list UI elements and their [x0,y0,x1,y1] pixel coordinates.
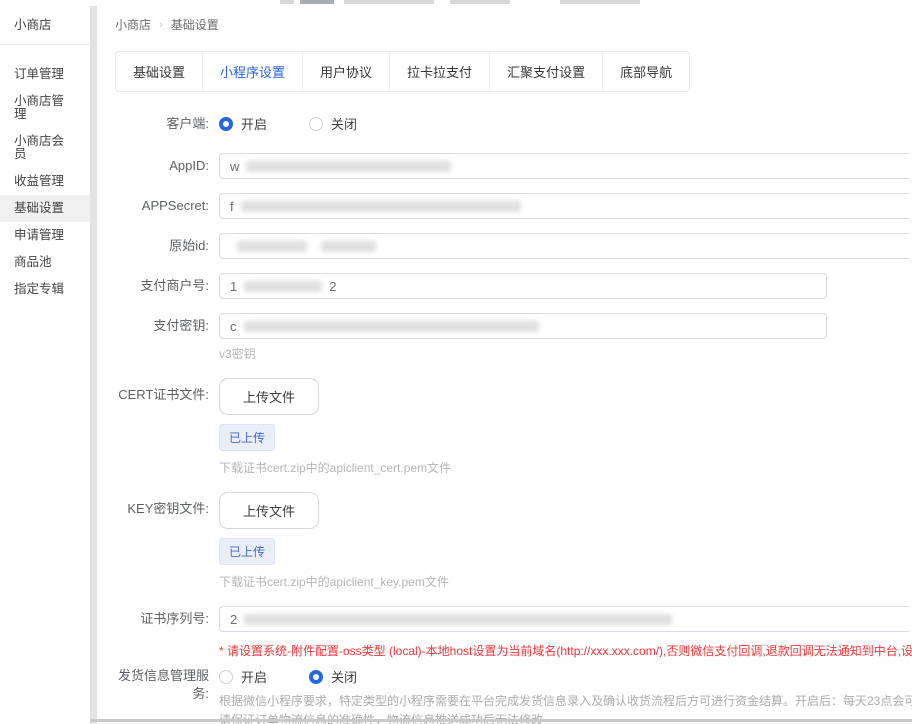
appid-input[interactable]: w [219,153,909,179]
horizontal-scrollbar[interactable] [90,719,912,722]
sidebar-item-product-pool[interactable]: 商品池 [0,249,90,276]
shipping-radio-off[interactable]: 关闭 [309,667,357,686]
client-row: 客户端: 开启 关闭 [115,114,912,133]
radio-unselected-icon[interactable] [219,670,233,684]
key-uploaded-tag[interactable]: 已上传 [219,538,275,565]
original-id-label: 原始id: [115,237,219,255]
radio-selected-icon[interactable] [309,670,323,684]
pay-key-help: v3密钥 [219,345,912,362]
pay-key-input[interactable]: c [219,313,827,339]
client-label: 客户端: [115,115,219,133]
shipping-help-line: 请保证订单物流信息的准确性，物流信息推送成功后无法修改 [219,711,912,724]
cert-file-label: CERT证书文件: [115,378,219,404]
original-id-row: 原始id: [115,233,912,259]
merchant-no-label: 支付商户号: [115,277,219,295]
appsecret-input[interactable]: f [219,193,909,219]
topbar-fragment [344,0,434,4]
topbar-fragment [560,0,640,4]
shipping-radio-on[interactable]: 开启 [219,667,267,686]
merchant-no-redacted-value [244,281,322,292]
topbar-fragment [450,0,510,4]
miniprogram-settings-form: 客户端: 开启 关闭 AppID: w [115,114,912,724]
appid-row: AppID: w [115,153,912,179]
key-upload-button[interactable]: 上传文件 [219,492,319,529]
breadcrumb: 小商店 › 基础设置 [115,6,912,33]
shipping-row: 发货信息管理服务: 开启 关闭 根据微信小程序要求，特定类型的小程序需要 [115,667,912,724]
appid-redacted-value [246,161,451,172]
breadcrumb-store[interactable]: 小商店 [115,16,151,33]
sidebar-item-store-management[interactable]: 小商店管理 [0,88,90,128]
merchant-no-row: 支付商户号: 1 2 [115,273,912,299]
tab-footer-nav[interactable]: 底部导航 [602,52,689,91]
appsecret-redacted-value [241,201,521,212]
tab-lakala-pay[interactable]: 拉卡拉支付 [389,52,489,91]
pay-key-redacted-value [244,321,539,332]
tab-basic-settings[interactable]: 基础设置 [116,52,202,91]
shipping-off-label: 关闭 [331,667,357,686]
settings-tabs: 基础设置 小程序设置 用户协议 拉卡拉支付 汇聚支付设置 底部导航 [115,51,690,92]
cert-serial-label: 证书序列号: [115,610,219,628]
cert-file-help: 下载证书cert.zip中的apiclient_cert.pem文件 [219,459,912,476]
warning-row: * 请设置系统-附件配置-oss类型 (local)-本地host设置为当前域名… [115,632,912,659]
client-off-label: 关闭 [331,114,357,133]
client-radio-off[interactable]: 关闭 [309,114,357,133]
shipping-label: 发货信息管理服务: [115,667,219,703]
cert-uploaded-tag[interactable]: 已上传 [219,424,275,451]
topbar-fragment [280,0,294,4]
sidebar-item-order-management[interactable]: 订单管理 [0,61,90,88]
key-file-help: 下载证书cert.zip中的apiclient_key.pem文件 [219,573,912,590]
sidebar-item-application-management[interactable]: 申请管理 [0,222,90,249]
tab-user-agreement[interactable]: 用户协议 [302,52,389,91]
topbar-fragment [300,0,334,4]
cert-file-row: CERT证书文件: 上传文件 已上传 下载证书cert.zip中的apiclie… [115,378,912,476]
sidebar-menu: 订单管理 小商店管理 小商店会员 收益管理 基础设置 申请管理 商品池 指定专辑 [0,45,90,303]
sidebar-item-store-members[interactable]: 小商店会员 [0,128,90,168]
key-file-label: KEY密钥文件: [115,492,219,518]
key-file-row: KEY密钥文件: 上传文件 已上传 下载证书cert.zip中的apiclien… [115,492,912,590]
cert-serial-value-prefix: 2 [230,612,237,627]
appid-value-prefix: w [230,159,239,174]
pay-key-label: 支付密钥: [115,317,219,335]
shipping-help-line: 根据微信小程序要求，特定类型的小程序需要在平台完成发货信息录入及确认收货流程后方… [219,692,912,711]
oss-warning-text: * 请设置系统-附件配置-oss类型 (local)-本地host设置为当前域名… [219,642,912,659]
merchant-no-input[interactable]: 1 2 [219,273,827,299]
breadcrumb-separator-icon: › [159,19,163,31]
breadcrumb-basic-settings[interactable]: 基础设置 [171,16,219,33]
sidebar-item-revenue-management[interactable]: 收益管理 [0,168,90,195]
merchant-no-value-prefix: 1 [230,279,237,294]
radio-unselected-icon[interactable] [309,117,323,131]
cert-serial-redacted-value [244,614,672,625]
radio-selected-icon[interactable] [219,117,233,131]
tab-huiju-pay-settings[interactable]: 汇聚支付设置 [489,52,602,91]
client-on-label: 开启 [241,114,267,133]
original-id-input[interactable] [219,233,909,259]
pay-key-value-prefix: c [230,319,237,334]
sidebar-divider [90,6,97,724]
main-content: 小商店 › 基础设置 基础设置 小程序设置 用户协议 拉卡拉支付 汇聚支付设置 … [97,6,912,724]
sidebar-item-basic-settings[interactable]: 基础设置 [0,195,90,222]
page: 小商店 订单管理 小商店管理 小商店会员 收益管理 基础设置 申请管理 商品池 … [0,0,912,724]
appid-label: AppID: [115,157,219,175]
client-radio-group: 开启 关闭 [219,114,912,133]
shipping-on-label: 开启 [241,667,267,686]
sidebar-title: 小商店 [0,6,90,45]
sidebar: 小商店 订单管理 小商店管理 小商店会员 收益管理 基础设置 申请管理 商品池 … [0,6,90,303]
client-radio-on[interactable]: 开启 [219,114,267,133]
cert-serial-row: 证书序列号: 2 [115,606,912,632]
appsecret-label: APPSecret: [115,197,219,215]
cert-serial-input[interactable]: 2 [219,606,909,632]
pay-key-row: 支付密钥: c [115,313,912,339]
shipping-radio-group: 开启 关闭 [219,667,912,686]
merchant-no-value-suffix: 2 [329,279,336,294]
sidebar-item-designated-album[interactable]: 指定专辑 [0,276,90,303]
appsecret-value-prefix: f [230,199,234,214]
appsecret-row: APPSecret: f [115,193,912,219]
original-id-redacted-value [321,241,376,252]
pay-key-help-row: v3密钥 [115,345,912,362]
original-id-redacted-value [237,241,307,252]
tab-miniprogram-settings[interactable]: 小程序设置 [202,52,302,91]
cert-upload-button[interactable]: 上传文件 [219,378,319,415]
